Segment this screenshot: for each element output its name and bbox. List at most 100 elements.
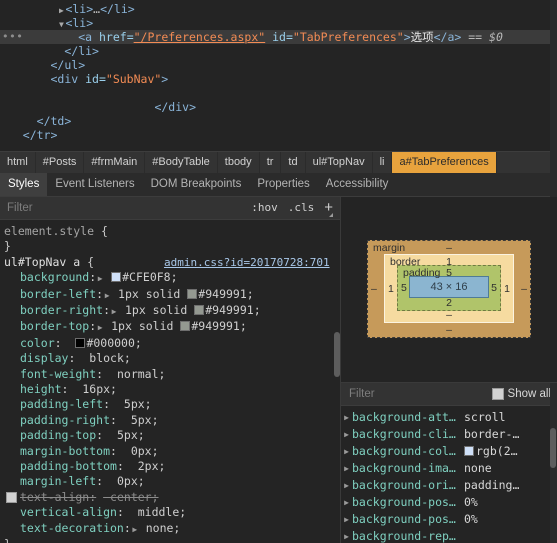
expand-triangle-icon[interactable]: ▶ bbox=[341, 409, 352, 426]
expand-shorthand-icon[interactable]: ▶ bbox=[103, 288, 111, 303]
box-model-padding-bottom[interactable]: 2 bbox=[446, 297, 452, 309]
css-declaration[interactable]: height: 16px; bbox=[4, 382, 340, 397]
css-property-value[interactable]: #000000; bbox=[69, 336, 142, 350]
tab-properties[interactable]: Properties bbox=[249, 173, 317, 196]
css-property-name[interactable]: margin-bottom bbox=[20, 444, 110, 458]
css-declaration[interactable]: border-top: ▶ 1px solid #949991; bbox=[4, 319, 340, 335]
tab-styles[interactable]: Styles bbox=[0, 172, 48, 196]
box-model-diagram[interactable]: margin – – – – border 1 – 1 1 padding 5 bbox=[341, 196, 557, 383]
css-property-value[interactable]: 5px; bbox=[110, 428, 145, 442]
box-model-padding-right[interactable]: 5 bbox=[491, 282, 497, 294]
css-selector[interactable]: ul#TopNav a bbox=[4, 255, 87, 269]
css-property-name[interactable]: text-align bbox=[20, 490, 89, 504]
css-property-value[interactable]: none; bbox=[139, 521, 181, 535]
box-model-border[interactable]: border 1 – 1 1 padding 5 2 5 5 43 × 16 bbox=[384, 254, 514, 324]
computed-property-row[interactable]: ▶ background-ima… none bbox=[341, 460, 557, 477]
dom-token-link[interactable]: "/Preferences.aspx" bbox=[134, 30, 266, 44]
css-property-value[interactable]: 2px; bbox=[131, 459, 166, 473]
box-model-margin-bottom[interactable]: – bbox=[446, 324, 452, 336]
css-property-name[interactable]: border-left bbox=[20, 287, 96, 301]
computed-property-row[interactable]: ▶ background-att… scroll bbox=[341, 409, 557, 426]
styles-scrollbar[interactable] bbox=[334, 331, 340, 377]
css-declaration[interactable]: padding-left: 5px; bbox=[4, 397, 340, 412]
css-declaration[interactable]: padding-top: 5px; bbox=[4, 428, 340, 443]
css-declaration[interactable]: font-weight: normal; bbox=[4, 367, 340, 382]
computed-properties-list[interactable]: ▶ background-att… scroll ▶ background-cli… bo… bbox=[341, 406, 557, 543]
box-model-padding-top[interactable]: 5 bbox=[446, 267, 452, 279]
breadcrumb-item-a-tabpreferences[interactable]: a#TabPreferences bbox=[392, 151, 497, 173]
css-property-value[interactable]: block; bbox=[82, 351, 131, 365]
new-style-rule-button[interactable]: + bbox=[319, 200, 336, 215]
dom-tree-line[interactable]: </td> bbox=[0, 114, 557, 128]
css-property-name[interactable]: color bbox=[20, 336, 55, 350]
box-model-margin-left[interactable]: – bbox=[371, 283, 377, 295]
computed-scrollbar[interactable] bbox=[550, 427, 556, 468]
css-rules-list[interactable]: element.style {} ul#TopNav a {admin.css?i… bbox=[0, 219, 340, 543]
styles-filter-bar[interactable]: Filter :hov .cls + bbox=[0, 196, 340, 220]
resize-corner-icon[interactable] bbox=[329, 212, 333, 217]
css-property-name[interactable]: padding-top bbox=[20, 428, 96, 442]
breadcrumb-item-posts[interactable]: #Posts bbox=[36, 151, 85, 173]
dom-tree-pane[interactable]: ▶ <li>…</li> ▼ <li> ••• <a href="/Preferences… bbox=[0, 0, 557, 151]
stylesheet-source-link[interactable]: admin.css?id=20170728:701 bbox=[164, 255, 330, 270]
css-property-value[interactable]: middle; bbox=[131, 505, 186, 519]
color-swatch[interactable] bbox=[187, 288, 198, 299]
tab-dom-breakpoints[interactable]: DOM Breakpoints bbox=[143, 173, 250, 196]
box-model-padding-left[interactable]: 5 bbox=[401, 282, 407, 294]
breadcrumb[interactable]: html #Posts #frmMain #BodyTable tbody tr td ul#… bbox=[0, 150, 557, 173]
css-declaration[interactable]: text-align: center; bbox=[4, 490, 340, 505]
declaration-checkbox[interactable] bbox=[6, 491, 17, 503]
css-property-name[interactable]: display bbox=[20, 351, 68, 365]
css-property-name[interactable]: border-right bbox=[20, 303, 103, 317]
css-property-name[interactable]: height bbox=[20, 382, 62, 396]
box-model-content[interactable]: 43 × 16 bbox=[409, 276, 489, 299]
css-property-name[interactable]: padding-left bbox=[20, 397, 103, 411]
css-property-value[interactable]: 1px solid #949991; bbox=[111, 287, 254, 301]
breadcrumb-item-td[interactable]: td bbox=[281, 151, 306, 173]
css-property-name[interactable]: vertical-align bbox=[20, 505, 117, 519]
box-model-margin-top[interactable]: – bbox=[446, 242, 452, 254]
css-property-name[interactable]: text-decoration bbox=[20, 521, 124, 535]
breadcrumb-item-li[interactable]: li bbox=[373, 151, 393, 173]
computed-property-row[interactable]: ▶ background-pos… 0% bbox=[341, 494, 557, 511]
computed-property-row[interactable]: ▶ background-col… rgb(2… bbox=[341, 443, 557, 460]
cls-button[interactable]: .cls bbox=[283, 201, 320, 214]
checkbox-icon[interactable] bbox=[491, 387, 504, 400]
breadcrumb-item-html[interactable]: html bbox=[0, 151, 36, 173]
computed-property-row[interactable]: ▶ background-cli… border-… bbox=[341, 426, 557, 443]
css-property-value[interactable]: 1px solid #949991; bbox=[104, 319, 247, 333]
breadcrumb-item-tbody[interactable]: tbody bbox=[218, 151, 260, 173]
expand-triangle-icon[interactable]: ▶ bbox=[341, 494, 352, 511]
css-property-value[interactable]: 0px; bbox=[124, 444, 159, 458]
expand-triangle-icon[interactable]: ▶ bbox=[341, 528, 352, 543]
dom-tree-line[interactable] bbox=[0, 86, 557, 100]
dom-line-badge[interactable]: ••• bbox=[2, 30, 23, 44]
breadcrumb-item-bodytable[interactable]: #BodyTable bbox=[145, 151, 218, 173]
dom-tree-line[interactable]: </li> bbox=[0, 44, 557, 58]
box-model-border-left[interactable]: 1 bbox=[388, 283, 394, 295]
dom-tree-line[interactable]: </tr> bbox=[0, 128, 557, 142]
box-model-padding[interactable]: padding 5 2 5 5 43 × 16 bbox=[397, 265, 501, 312]
css-property-name[interactable]: padding-bottom bbox=[20, 459, 117, 473]
box-model-margin[interactable]: margin – – – – border 1 – 1 1 padding 5 bbox=[367, 240, 531, 339]
color-swatch[interactable] bbox=[111, 272, 122, 283]
breadcrumb-item-frmmain[interactable]: #frmMain bbox=[84, 151, 146, 173]
expand-shorthand-icon[interactable]: ▶ bbox=[131, 522, 139, 537]
css-property-name[interactable]: margin-left bbox=[20, 474, 96, 488]
color-swatch[interactable] bbox=[180, 321, 191, 332]
css-declaration[interactable]: color: #000000; bbox=[4, 336, 340, 351]
css-declaration[interactable]: margin-left: 0px; bbox=[4, 474, 340, 489]
css-property-value[interactable]: normal; bbox=[110, 367, 165, 381]
expand-triangle-icon[interactable]: ▶ bbox=[341, 460, 352, 477]
expand-triangle-icon[interactable]: ▶ bbox=[341, 443, 352, 460]
css-selector[interactable]: element.style bbox=[4, 224, 101, 238]
expand-shorthand-icon[interactable]: ▶ bbox=[96, 271, 104, 286]
css-declaration[interactable]: border-left: ▶ 1px solid #949991; bbox=[4, 287, 340, 303]
expand-shorthand-icon[interactable]: ▶ bbox=[110, 304, 118, 319]
css-property-value[interactable]: 5px; bbox=[124, 413, 159, 427]
breadcrumb-item-ul-topnav[interactable]: ul#TopNav bbox=[306, 151, 373, 173]
expand-triangle-icon[interactable]: ▶ bbox=[341, 511, 352, 528]
css-declaration[interactable]: border-right: ▶ 1px solid #949991; bbox=[4, 303, 340, 319]
css-property-value[interactable]: 5px; bbox=[117, 397, 152, 411]
css-property-name[interactable]: font-weight bbox=[20, 367, 96, 381]
